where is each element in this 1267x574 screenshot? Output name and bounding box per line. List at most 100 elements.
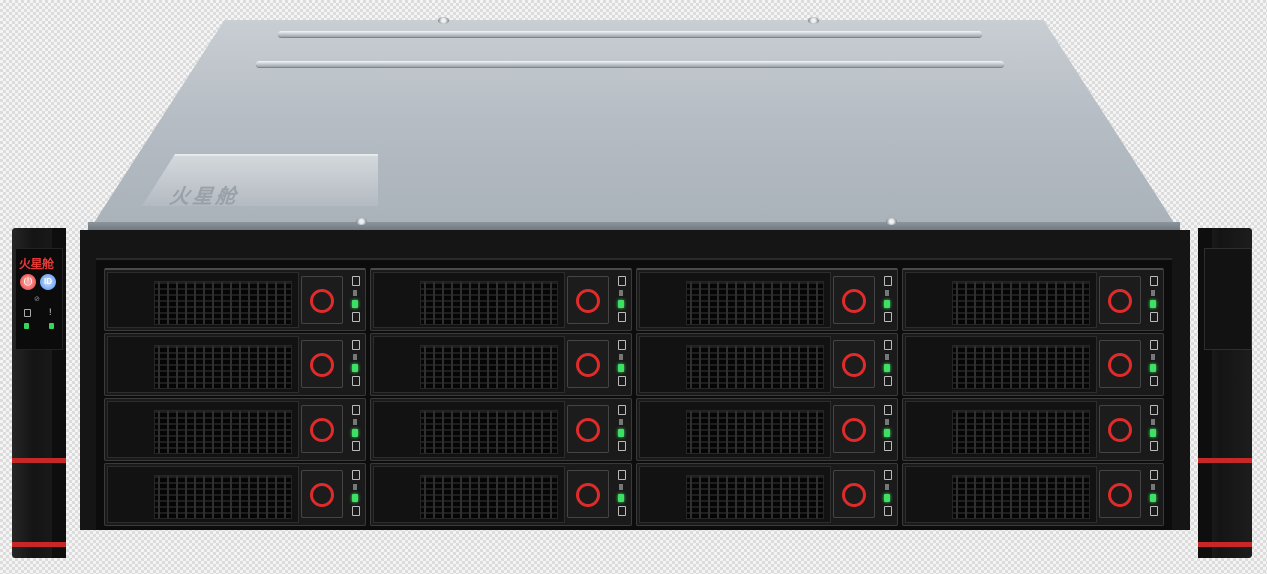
drive-status-led-icon	[1150, 376, 1158, 386]
drive-divider-icon	[885, 484, 889, 490]
drive-bay[interactable]	[104, 333, 366, 396]
drive-locate-led-icon	[1150, 405, 1158, 415]
drive-status-led-icon	[618, 441, 626, 451]
drive-tray	[373, 336, 565, 393]
ear-accent-stripe	[12, 458, 66, 463]
drive-divider-icon	[1151, 290, 1155, 296]
drive-locate-led-icon	[884, 470, 892, 480]
network-led-icon	[49, 323, 54, 329]
drive-status-leds	[349, 470, 361, 516]
tray-vent	[420, 475, 558, 519]
drive-activity-led-icon	[618, 300, 624, 308]
drive-activity-led-icon	[352, 429, 358, 437]
network-led-icon	[24, 323, 29, 329]
drive-status-leds	[881, 340, 893, 386]
release-ring-icon	[1108, 418, 1132, 442]
tray-latch[interactable]	[567, 340, 609, 388]
drive-activity-led-icon	[1150, 364, 1156, 372]
drive-bay[interactable]	[636, 463, 898, 526]
drive-divider-icon	[353, 484, 357, 490]
power-button[interactable]: ⏻	[20, 274, 36, 290]
tray-vent	[420, 345, 558, 389]
drive-bay[interactable]	[636, 398, 898, 461]
drive-status-led-icon	[618, 376, 626, 386]
release-ring-icon	[310, 483, 334, 507]
tray-latch[interactable]	[301, 276, 343, 324]
drive-tray	[107, 401, 299, 458]
drive-divider-icon	[619, 484, 623, 490]
tray-latch[interactable]	[1099, 405, 1141, 453]
tray-latch[interactable]	[833, 276, 875, 324]
drive-status-leds	[1147, 276, 1159, 322]
drive-bay[interactable]	[902, 333, 1164, 396]
tray-latch[interactable]	[1099, 276, 1141, 324]
drive-bay[interactable]	[902, 268, 1164, 331]
lid-rail-top	[278, 31, 982, 37]
drive-bay[interactable]	[104, 463, 366, 526]
tray-vent	[154, 475, 292, 519]
drive-bay[interactable]	[902, 463, 1164, 526]
brand-logo: 火星舱	[19, 257, 54, 271]
control-panel: 火星舱 ⏻ ID ⊘ !	[15, 248, 63, 350]
tray-latch[interactable]	[833, 340, 875, 388]
drive-bay[interactable]	[636, 268, 898, 331]
tray-latch[interactable]	[567, 470, 609, 518]
drive-bay[interactable]	[370, 333, 632, 396]
release-ring-icon	[576, 353, 600, 377]
drive-bay[interactable]	[370, 398, 632, 461]
tray-latch[interactable]	[301, 340, 343, 388]
tray-latch[interactable]	[833, 405, 875, 453]
tray-latch[interactable]	[1099, 340, 1141, 388]
drive-locate-led-icon	[352, 470, 360, 480]
drive-bay[interactable]	[104, 268, 366, 331]
drive-tray	[107, 336, 299, 393]
drive-divider-icon	[885, 354, 889, 360]
drive-divider-icon	[885, 290, 889, 296]
drive-tray	[373, 401, 565, 458]
tray-latch[interactable]	[301, 405, 343, 453]
release-ring-icon	[576, 289, 600, 313]
drive-bay[interactable]	[636, 333, 898, 396]
tray-latch[interactable]	[1099, 470, 1141, 518]
lid-screw	[808, 17, 819, 24]
drive-bay[interactable]	[370, 268, 632, 331]
drive-tray	[905, 336, 1097, 393]
drive-divider-icon	[353, 354, 357, 360]
drive-divider-icon	[353, 419, 357, 425]
lid-emboss-logo: 火星舱	[167, 186, 245, 208]
drive-locate-led-icon	[352, 276, 360, 286]
drive-status-led-icon	[352, 441, 360, 451]
drive-bay[interactable]	[370, 463, 632, 526]
drive-divider-icon	[1151, 419, 1155, 425]
drive-bay[interactable]	[104, 398, 366, 461]
left-rack-ear: 火星舱 ⏻ ID ⊘ !	[12, 228, 66, 558]
tray-latch[interactable]	[301, 470, 343, 518]
drive-activity-led-icon	[884, 364, 890, 372]
alert-icon: !	[49, 307, 52, 317]
lid-screw	[356, 218, 367, 225]
drive-status-led-icon	[884, 441, 892, 451]
tray-vent	[952, 410, 1090, 454]
drive-status-leds	[1147, 340, 1159, 386]
release-ring-icon	[1108, 483, 1132, 507]
drive-tray	[373, 466, 565, 523]
drive-tray	[373, 272, 565, 328]
lid-rail-second	[256, 61, 1004, 67]
id-button[interactable]: ID	[40, 274, 56, 290]
drive-divider-icon	[1151, 354, 1155, 360]
drive-status-led-icon	[352, 312, 360, 322]
drive-bay[interactable]	[902, 398, 1164, 461]
drive-locate-led-icon	[884, 276, 892, 286]
ear-accent-stripe	[1198, 542, 1252, 547]
drive-tray	[639, 466, 831, 523]
tray-latch[interactable]	[567, 405, 609, 453]
tray-vent	[686, 410, 824, 454]
drive-status-leds	[615, 276, 627, 322]
ear-accent-stripe	[1198, 458, 1252, 463]
tray-latch[interactable]	[833, 470, 875, 518]
release-ring-icon	[310, 289, 334, 313]
drive-divider-icon	[885, 419, 889, 425]
release-ring-icon	[842, 483, 866, 507]
release-ring-icon	[842, 418, 866, 442]
tray-latch[interactable]	[567, 276, 609, 324]
